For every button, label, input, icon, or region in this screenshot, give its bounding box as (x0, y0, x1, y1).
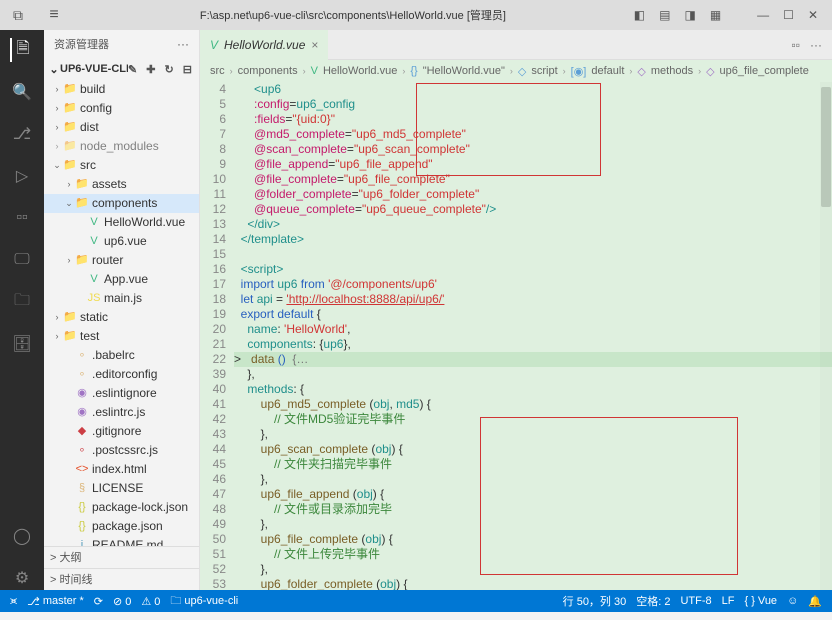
account-icon[interactable]: ◯ (10, 524, 34, 548)
minimize-icon[interactable]: — (757, 8, 769, 22)
scrollbar[interactable] (820, 82, 832, 590)
vue-icon: V (210, 38, 218, 52)
scm-icon[interactable]: ⎇ (10, 122, 34, 146)
tab-helloworld[interactable]: V HelloWorld.vue × (200, 30, 328, 60)
branch-icon: ⎇ (27, 595, 40, 608)
explorer-icon[interactable]: 🗎 (10, 38, 34, 62)
tree-item[interactable]: ∘.babelrc (44, 346, 199, 365)
maximize-icon[interactable]: ☐ (783, 8, 794, 22)
encoding[interactable]: UTF-8 (680, 595, 711, 607)
title-bar: ⧉ ≡ F:\asp.net\up6-vue-cli\src\component… (0, 0, 832, 30)
indent[interactable]: 空格: 2 (636, 593, 670, 609)
extensions-icon[interactable]: ▫▫ (10, 206, 34, 230)
tree-item[interactable]: iREADME.md (44, 536, 199, 546)
scrollbar-thumb[interactable] (821, 87, 831, 207)
line-gutter: 4567891011121314151617181920212239404142… (200, 82, 234, 590)
tree-item[interactable]: ⌄📁src (44, 156, 199, 175)
tree-item[interactable]: ›📁dist (44, 118, 199, 137)
tree-item[interactable]: ›📁build (44, 80, 199, 99)
lang-mode[interactable]: { } Vue (744, 595, 777, 607)
problems-errors[interactable]: ⊘ 0 (113, 595, 131, 608)
sidebar-more-icon[interactable]: ··· (177, 37, 189, 51)
sidebar-header: 资源管理器 ··· (44, 30, 199, 58)
more-icon[interactable]: ··· (810, 38, 822, 52)
explorer-folder-name: UP6-VUE-CLI (60, 63, 128, 75)
status-bar: ⪤ ⎇ master* ⟳ ⊘ 0 ⚠ 0 🗀 up6-vue-cli 行 50… (0, 590, 832, 612)
problems-warnings[interactable]: ⚠ 0 (141, 595, 160, 608)
tree-item[interactable]: §LICENSE (44, 479, 199, 498)
split-icon[interactable]: ▫▫ (791, 38, 800, 52)
tree-item[interactable]: ›📁static (44, 308, 199, 327)
outline-section[interactable]: > 大纲 (44, 546, 199, 568)
tree-item[interactable]: ◉.eslintignore (44, 384, 199, 403)
tree-item[interactable]: ›📁node_modules (44, 137, 199, 156)
tree-item[interactable]: ◆.gitignore (44, 422, 199, 441)
sidebar-title: 资源管理器 (54, 36, 177, 52)
panel-right-icon[interactable]: ◨ (684, 8, 695, 22)
debug-icon[interactable]: ▷ (10, 164, 34, 188)
vscode-logo-icon[interactable]: ⧉ (0, 7, 36, 24)
sync-button[interactable]: ⟳ (94, 595, 103, 608)
chevron-down-icon: ⌄ (48, 63, 60, 76)
code-text[interactable]: <up6 :config=up6_config :fields="{uid:0}… (234, 82, 832, 590)
layout-controls: ◧ ▤ ◨ ▦ — ☐ ✕ (634, 8, 832, 22)
search-icon[interactable]: 🔍 (10, 80, 34, 104)
close-icon[interactable]: × (311, 38, 318, 52)
remote-button[interactable]: ⪤ (10, 595, 17, 608)
window-title: F:\asp.net\up6-vue-cli\src\components\He… (72, 7, 634, 23)
explorer-actions[interactable]: ✎ ✚ ↻ ⊟ (128, 63, 195, 76)
remote-icon[interactable]: 🖵 (10, 248, 34, 272)
breadcrumb[interactable]: src›components›VHelloWorld.vue›{}"HelloW… (200, 60, 832, 82)
tree-item[interactable]: VApp.vue (44, 270, 199, 289)
tab-actions: ▫▫ ··· (781, 38, 832, 52)
tree-item[interactable]: VHelloWorld.vue (44, 213, 199, 232)
bell-icon[interactable]: 🔔 (808, 595, 822, 608)
tree-item[interactable]: <>index.html (44, 460, 199, 479)
feedback-icon[interactable]: ☺ (787, 595, 798, 607)
eol[interactable]: LF (722, 595, 735, 607)
hamburger-icon[interactable]: ≡ (36, 6, 72, 24)
gear-icon[interactable]: ⚙ (10, 566, 34, 590)
tree-item[interactable]: ›📁assets (44, 175, 199, 194)
status-folder[interactable]: 🗀 up6-vue-cli (170, 592, 238, 611)
sidebar: 资源管理器 ··· ⌄ UP6-VUE-CLI ✎ ✚ ↻ ⊟ ›📁build›… (44, 30, 200, 590)
cursor-position[interactable]: 行 50，列 30 (563, 593, 627, 609)
folder-icon[interactable]: 🗀 (10, 290, 34, 314)
tree-item[interactable]: ›📁router (44, 251, 199, 270)
timeline-section[interactable]: > 时间线 (44, 568, 199, 590)
tab-bar: V HelloWorld.vue × ▫▫ ··· (200, 30, 832, 60)
layout-grid-icon[interactable]: ▦ (710, 8, 721, 22)
tree-item[interactable]: Vup6.vue (44, 232, 199, 251)
tree-item[interactable]: {}package-lock.json (44, 498, 199, 517)
code-area[interactable]: 4567891011121314151617181920212239404142… (200, 82, 832, 590)
tree-item[interactable]: ◉.eslintrc.js (44, 403, 199, 422)
file-tree[interactable]: ›📁build›📁config›📁dist›📁node_modules⌄📁src… (44, 80, 199, 546)
tree-item[interactable]: ›📁config (44, 99, 199, 118)
tree-item[interactable]: {}package.json (44, 517, 199, 536)
tree-item[interactable]: ∘.postcssrc.js (44, 441, 199, 460)
git-branch[interactable]: ⎇ master* (27, 595, 84, 608)
tree-item[interactable]: ∘.editorconfig (44, 365, 199, 384)
tree-item[interactable]: JSmain.js (44, 289, 199, 308)
tab-label: HelloWorld.vue (224, 38, 305, 52)
activity-bar: 🗎 🔍 ⎇ ▷ ▫▫ 🖵 🗀 🗄 ◯ ⚙ (0, 30, 44, 590)
panel-bottom-icon[interactable]: ▤ (659, 8, 670, 22)
explorer-folder-header[interactable]: ⌄ UP6-VUE-CLI ✎ ✚ ↻ ⊟ (44, 58, 199, 80)
panel-left-icon[interactable]: ◧ (634, 8, 645, 22)
close-icon[interactable]: ✕ (808, 8, 818, 22)
database-icon[interactable]: 🗄 (10, 332, 34, 356)
editor-pane: V HelloWorld.vue × ▫▫ ··· src›components… (200, 30, 832, 590)
tree-item[interactable]: ›📁test (44, 327, 199, 346)
tree-item[interactable]: ⌄📁components (44, 194, 199, 213)
